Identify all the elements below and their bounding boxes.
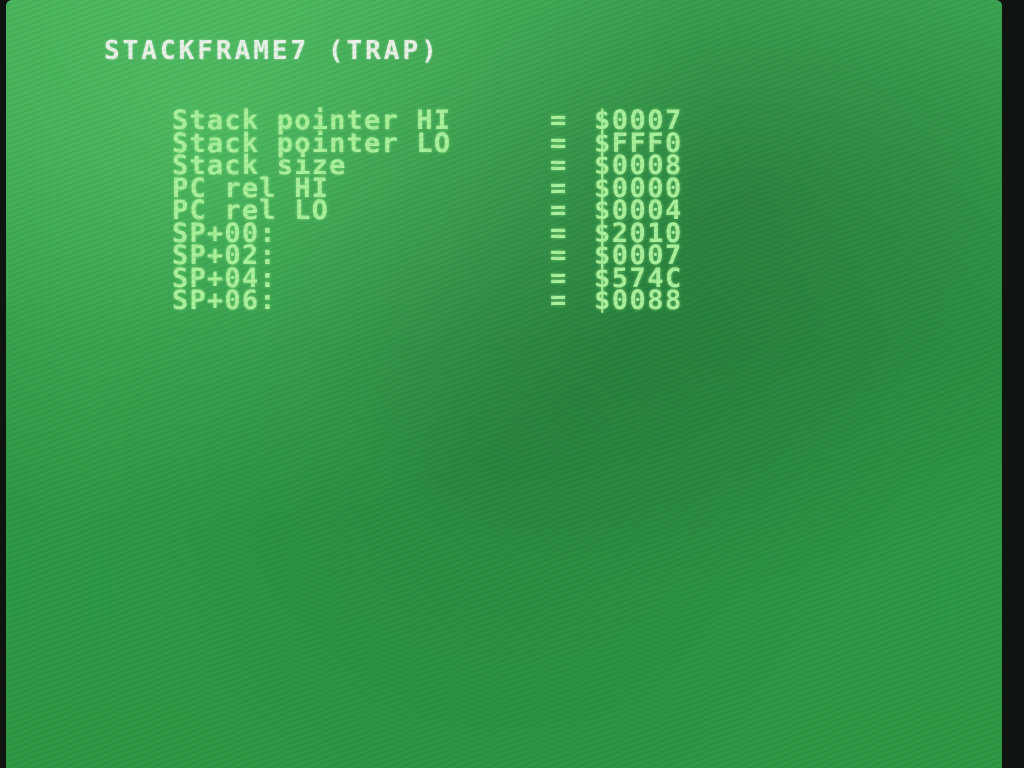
row-value: $0088	[594, 285, 683, 316]
monitor-bezel: STACKFRAME7 (TRAP) Stack pointer HI = $0…	[0, 0, 1024, 768]
crt-screen: STACKFRAME7 (TRAP) Stack pointer HI = $0…	[6, 0, 1002, 768]
table-row: SP+06: = $0088	[172, 285, 683, 316]
screen-title: STACKFRAME7 (TRAP)	[104, 36, 440, 66]
row-label: SP+06:	[172, 285, 277, 316]
register-table: Stack pointer HI = $0007 Stack pointer L…	[172, 107, 683, 316]
row-equals: =	[550, 285, 567, 316]
